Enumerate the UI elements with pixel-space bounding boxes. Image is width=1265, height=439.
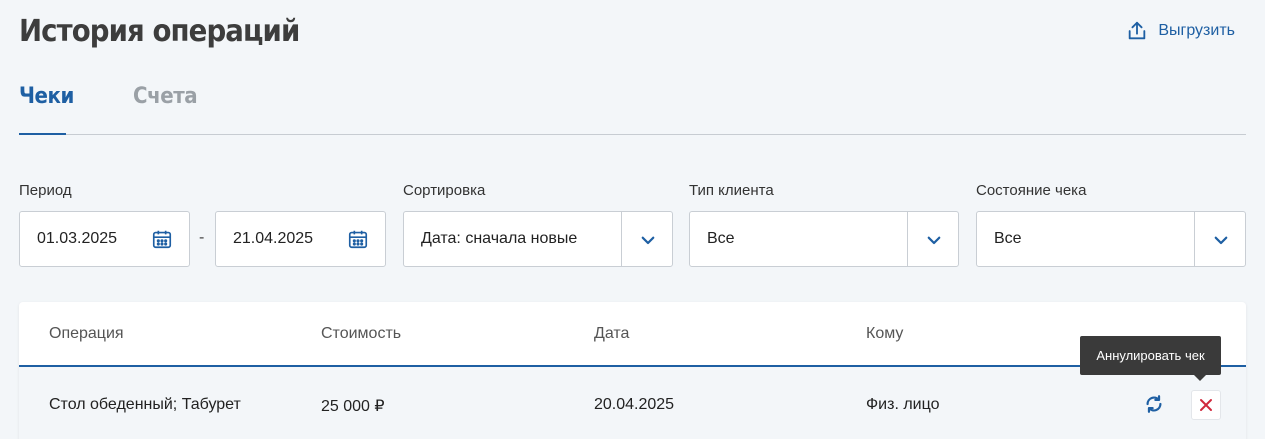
client-type-select[interactable]: Все [689, 211, 959, 267]
cancel-check-button[interactable] [1191, 390, 1221, 420]
period-label: Период [19, 182, 72, 199]
active-tab-indicator [19, 133, 66, 135]
operations-table: Операция Стоимость Дата Кому Стол обеден… [19, 302, 1246, 439]
column-header-date: Дата [594, 325, 630, 342]
period-from-value: 01.03.2025 [37, 230, 118, 247]
client-type-select-value: Все [707, 230, 735, 247]
period-separator: - [199, 229, 205, 246]
tab-checks[interactable]: Чеки [19, 84, 74, 109]
chevron-down-icon[interactable] [925, 231, 943, 249]
select-divider [1194, 211, 1195, 267]
client-type-label: Тип клиента [689, 182, 774, 199]
check-state-select[interactable]: Все [976, 211, 1246, 267]
sort-select-value: Дата: сначала новые [421, 230, 578, 247]
calendar-icon[interactable] [347, 228, 369, 250]
refresh-icon[interactable] [1143, 393, 1165, 415]
check-state-select-value: Все [994, 230, 1022, 247]
upload-icon [1129, 21, 1146, 40]
sort-label: Сортировка [403, 182, 486, 199]
calendar-icon[interactable] [151, 228, 173, 250]
export-button[interactable]: Выгрузить [1126, 20, 1235, 42]
table-row[interactable]: Стол обеденный; Табурет 25 000 ₽ 20.04.2… [19, 367, 1246, 439]
period-to-field[interactable]: 21.04.2025 [215, 211, 386, 267]
chevron-down-icon[interactable] [639, 231, 657, 249]
cell-date: 20.04.2025 [594, 396, 675, 413]
tooltip-arrow [1194, 375, 1206, 381]
column-header-operation: Операция [49, 325, 124, 342]
page-title: История операций [19, 14, 300, 49]
chevron-down-icon[interactable] [1212, 231, 1230, 249]
period-from-field[interactable]: 01.03.2025 [19, 211, 190, 267]
check-state-label: Состояние чека [976, 182, 1087, 199]
cell-operation: Стол обеденный; Табурет [49, 396, 241, 413]
close-icon [1200, 399, 1212, 411]
cell-cost: 25 000 ₽ [321, 398, 385, 415]
cell-recipient: Физ. лицо [866, 396, 940, 413]
select-divider [621, 211, 622, 267]
export-button-label: Выгрузить [1158, 22, 1235, 39]
column-header-cost: Стоимость [321, 325, 402, 342]
sort-select[interactable]: Дата: сначала новые [403, 211, 673, 267]
select-divider [907, 211, 908, 267]
tab-accounts[interactable]: Счета [133, 84, 198, 109]
tabs-bar: Чеки Счета [19, 78, 1246, 135]
column-header-recipient: Кому [866, 325, 904, 342]
cancel-check-tooltip: Аннулировать чек [1080, 336, 1221, 375]
period-to-value: 21.04.2025 [233, 230, 314, 247]
